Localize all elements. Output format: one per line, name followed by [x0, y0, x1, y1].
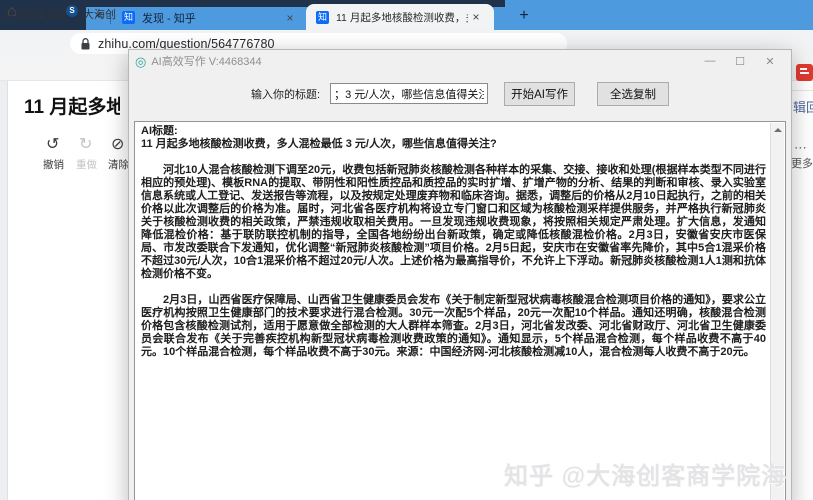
clear-format-icon[interactable]: ⊘ — [111, 134, 124, 154]
divider — [792, 90, 813, 91]
browser-window: × 知 发现 - 知乎 × 知 11 月起多地核酸检测收费，多人 × + ⌂ z… — [0, 0, 813, 500]
ai-writer-dialog: ◎ AI高效写作 V:4468344 — ☐ ✕ 输入你的标题: 开始AI写作 … — [128, 49, 792, 500]
lock-icon — [81, 37, 90, 49]
start-ai-writing-button[interactable]: 开始AI写作 — [504, 81, 575, 106]
title-input[interactable] — [330, 83, 489, 104]
more-dots-icon[interactable]: ⋯ — [794, 140, 807, 156]
new-tab-button[interactable]: + — [514, 6, 534, 26]
ai-title-line: 11 月起多地核酸检测收费，多人混检最低 3 元/人次，哪些信息值得关注? — [141, 138, 497, 150]
tab-active-question[interactable]: 知 11 月起多地核酸检测收费，多人 × — [306, 4, 494, 30]
close-button[interactable]: ✕ — [755, 51, 785, 71]
tab3-close-icon[interactable]: × — [468, 9, 484, 25]
tab-title: 11 月起多地核酸检测收费，多人 — [336, 11, 468, 24]
undo-icon[interactable]: ↺ — [46, 134, 59, 154]
bookmark-item-dahai[interactable]: 大海创 — [83, 6, 125, 22]
zhihu-watermark: 知乎 @大海创客商学院海 — [504, 463, 787, 490]
ai-paragraph-2: 2月3日，山西省医疗保障局、山西省卫生健康委员会发布《关于制定新型冠状病毒核酸混… — [141, 294, 766, 358]
dialog-title: AI高效写作 V:4468344 — [151, 56, 262, 68]
select-all-copy-button[interactable]: 全选复制 — [596, 81, 669, 106]
tab-discover-zhihu[interactable]: 知 发现 - 知乎 × — [112, 5, 304, 30]
ai-output-text: AI标题: 11 月起多地核酸检测收费，多人混检最低 3 元/人次，哪些信息值得… — [135, 122, 770, 500]
bookmark-site-icon: S — [66, 5, 78, 17]
ai-title-header: AI标题: — [141, 125, 178, 137]
tab-title: 发现 - 知乎 — [142, 12, 196, 25]
dialog-titlebar[interactable]: ◎ AI高效写作 V:4468344 — ☐ ✕ — [129, 50, 791, 72]
ai-paragraph-1: 河北10人混合核酸检测下调至20元，收费包括新冠肺炎核酸检测各种样本的采集、交接… — [141, 164, 766, 280]
page-left-gutter — [0, 81, 8, 500]
edit-answer-link-partial[interactable]: 辑回 — [793, 97, 813, 116]
redo-icon[interactable]: ↻ — [79, 134, 92, 154]
zhihu-favicon-icon: 知 — [316, 10, 329, 24]
redo-label[interactable]: 重做 — [76, 157, 97, 172]
tab2-close-icon[interactable]: × — [282, 10, 298, 26]
bookmark-item-welcome[interactable]: 迎访问本网站 — [3, 6, 69, 22]
red-badge-icon — [796, 64, 813, 81]
undo-label[interactable]: 撤销 — [43, 157, 64, 172]
scroll-up-icon[interactable] — [771, 123, 784, 137]
minimize-button[interactable]: — — [695, 51, 725, 71]
clear-format-label[interactable]: 清除 — [108, 157, 129, 172]
ai-output-textarea[interactable]: AI标题: 11 月起多地核酸检测收费，多人混检最低 3 元/人次，哪些信息值得… — [134, 121, 786, 500]
title-input-label: 输入你的标题: — [251, 88, 321, 101]
more-label[interactable]: 更多 — [791, 155, 813, 171]
ai-app-logo-icon: ◎ — [135, 53, 147, 69]
textarea-scrollbar[interactable] — [770, 123, 784, 500]
maximize-button[interactable]: ☐ — [725, 51, 755, 71]
question-title: 11 月起多地 — [24, 97, 120, 118]
